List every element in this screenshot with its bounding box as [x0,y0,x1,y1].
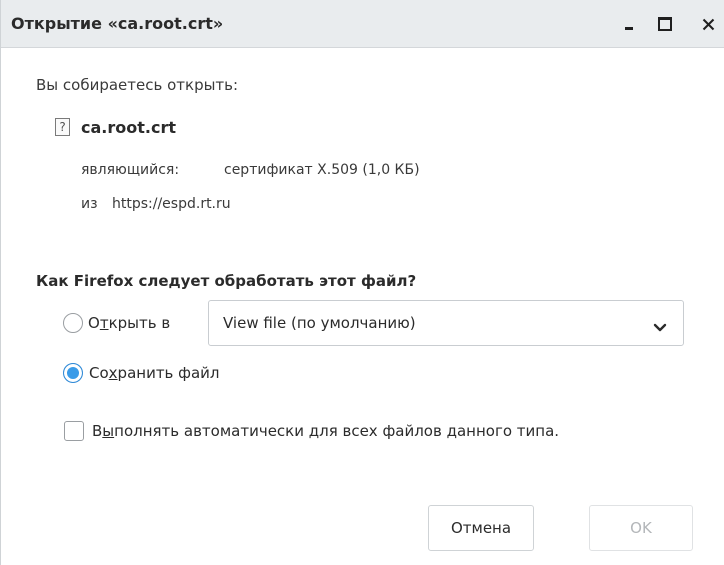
file-type-value: сертификат X.509 (1,0 КБ) [224,162,420,178]
save-file-label[interactable]: Сохранить файл [89,364,220,382]
auto-action-label-start: В [92,422,103,440]
auto-action-label[interactable]: Выполнять автоматически для всех файлов … [92,422,559,440]
open-with-accesskey: т [99,314,109,332]
save-file-label-start: Со [89,364,109,382]
open-with-radio[interactable] [63,313,83,333]
handling-question: Как Firefox следует обработать этот файл… [36,272,417,290]
ok-button[interactable]: OK [589,505,693,551]
open-with-label-start: О [88,314,100,332]
save-file-label-end: ранить файл [117,364,220,382]
open-with-label-end: крыть в [108,314,171,332]
source-url: https://espd.rt.ru [112,196,231,212]
source-label: из [81,196,98,212]
minimize-icon[interactable] [621,14,641,34]
file-name: ca.root.crt [81,118,176,137]
auto-action-accesskey: ы [102,422,115,440]
open-file-dialog: Открытие «ca.root.crt» Вы собираетесь от… [0,0,724,565]
unknown-file-icon: ? [55,118,70,136]
cancel-button[interactable]: Отмена [428,505,534,551]
save-file-accesskey: х [108,364,118,382]
save-file-radio[interactable] [63,363,83,383]
window-title: Открытие «ca.root.crt» [11,14,224,33]
file-type-label: являющийся: [81,162,180,178]
chevron-down-icon [653,318,667,337]
auto-action-checkbox[interactable] [64,421,84,441]
open-with-label[interactable]: Открыть в [88,314,170,332]
auto-action-label-end: полнять автоматически для всех файлов да… [114,422,560,440]
close-icon[interactable] [699,14,719,34]
open-prompt: Вы собираетесь открыть: [36,76,239,94]
open-with-select[interactable]: View file (по умолчанию) [208,300,684,346]
open-with-select-value: View file (по умолчанию) [223,314,416,332]
maximize-icon[interactable] [655,14,675,34]
title-bar[interactable]: Открытие «ca.root.crt» [1,0,724,48]
